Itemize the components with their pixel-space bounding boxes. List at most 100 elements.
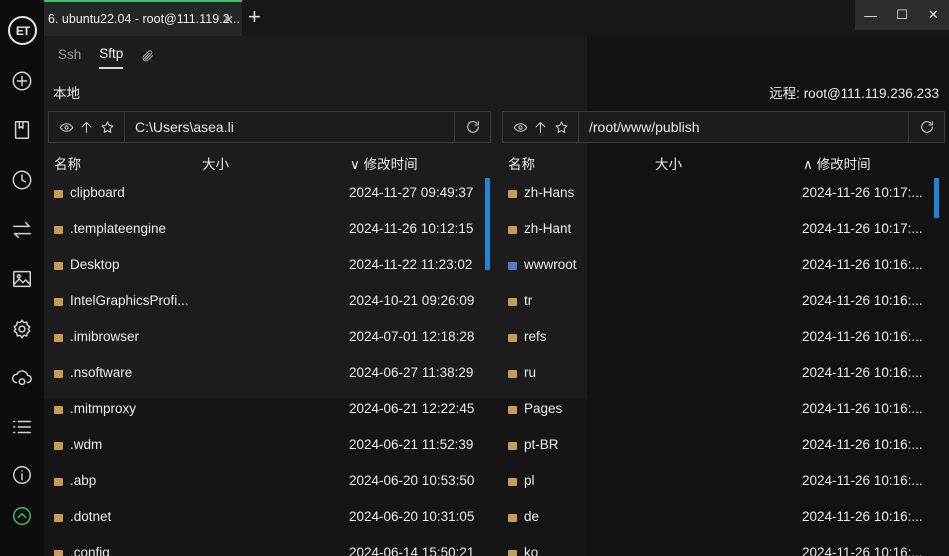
collapse-up-icon[interactable]: [10, 504, 34, 528]
arrow-up-icon[interactable]: [533, 120, 548, 135]
file-name: .config: [54, 545, 110, 556]
column-name[interactable]: 名称: [508, 153, 535, 173]
remote-list-header: 名称 大小 ∧ 修改时间: [502, 150, 949, 174]
session-tab-title: 6. ubuntu22.04 - root@111.119.2...: [48, 12, 240, 26]
file-name: ru: [508, 365, 536, 380]
folder-icon: [508, 226, 517, 234]
table-row[interactable]: Desktop 2024-11-22 11:23:02: [48, 246, 495, 282]
remote-rows: zh-Hans 2024-11-26 10:17:... zh-Hant 2024-1…: [502, 174, 949, 556]
remote-refresh-button[interactable]: [908, 112, 944, 142]
table-row[interactable]: pl 2024-11-26 10:16:...: [502, 462, 949, 498]
transfer-icon[interactable]: [10, 218, 34, 242]
table-row[interactable]: clipboard 2024-11-27 09:49:37: [48, 174, 495, 210]
file-name-label: .nsoftware: [70, 365, 133, 380]
file-name: .mitmproxy: [54, 401, 136, 416]
local-path-input[interactable]: [125, 112, 454, 142]
tab-ssh[interactable]: Ssh: [58, 47, 81, 68]
table-row[interactable]: IntelGraphicsProfi... 2024-10-21 09:26:09: [48, 282, 495, 318]
folder-icon: [508, 298, 517, 306]
file-name-label: IntelGraphicsProfi...: [70, 293, 189, 308]
file-name-label: pl: [524, 473, 535, 488]
menu-list-icon[interactable]: [10, 415, 34, 439]
file-name-label: zh-Hans: [524, 185, 575, 200]
close-tab-icon[interactable]: ✕: [224, 12, 234, 27]
folder-icon: [54, 514, 63, 522]
table-row[interactable]: .config 2024-06-14 15:50:21: [48, 534, 495, 556]
maximize-button[interactable]: ☐: [886, 0, 917, 30]
file-name: pl: [508, 473, 535, 488]
star-icon[interactable]: [100, 120, 115, 135]
file-name: Pages: [508, 401, 562, 416]
local-scrollbar[interactable]: [485, 178, 490, 270]
local-label: 本地: [53, 86, 80, 101]
eye-icon[interactable]: [513, 120, 528, 135]
add-icon[interactable]: [10, 69, 34, 93]
table-row[interactable]: zh-Hant 2024-11-26 10:17:...: [502, 210, 949, 246]
table-row[interactable]: .wdm 2024-06-21 11:52:39: [48, 426, 495, 462]
table-row[interactable]: .nsoftware 2024-06-27 11:38:29: [48, 354, 495, 390]
file-mtime: 2024-11-26 10:17:...: [802, 221, 923, 236]
local-rows: clipboard 2024-11-27 09:49:37 .templateeng…: [48, 174, 495, 556]
column-mtime[interactable]: ∧ 修改时间: [803, 153, 871, 173]
table-row[interactable]: zh-Hans 2024-11-26 10:17:...: [502, 174, 949, 210]
arrow-up-icon[interactable]: [79, 120, 94, 135]
file-mtime: 2024-11-22 11:23:02: [349, 257, 473, 272]
info-icon[interactable]: [10, 463, 34, 487]
table-row[interactable]: Pages 2024-11-26 10:16:...: [502, 390, 949, 426]
file-mtime: 2024-11-26 10:16:...: [802, 293, 923, 308]
remote-path-input[interactable]: [579, 112, 908, 142]
table-row[interactable]: de 2024-11-26 10:16:...: [502, 498, 949, 534]
file-name-label: Pages: [524, 401, 563, 416]
column-name[interactable]: 名称: [54, 153, 81, 173]
cloud-sync-icon[interactable]: [10, 366, 34, 390]
file-name-label: .abp: [70, 473, 97, 488]
folder-icon: [54, 442, 63, 450]
minimize-button[interactable]: —: [855, 0, 886, 30]
web-folder-icon: [508, 262, 517, 270]
table-row[interactable]: .mitmproxy 2024-06-21 12:22:45: [48, 390, 495, 426]
file-mtime: 2024-11-26 10:16:...: [802, 365, 923, 380]
file-name-label: .mitmproxy: [70, 401, 137, 416]
folder-icon: [54, 478, 63, 486]
eye-icon[interactable]: [59, 120, 74, 135]
table-row[interactable]: .abp 2024-06-20 10:53:50: [48, 462, 495, 498]
file-name-label: ko: [524, 545, 539, 556]
table-row[interactable]: ko 2024-11-26 10:16:...: [502, 534, 949, 556]
new-tab-button[interactable]: +: [248, 6, 261, 28]
file-name-label: clipboard: [70, 185, 125, 200]
tab-sftp[interactable]: Sftp: [99, 46, 124, 69]
table-row[interactable]: pt-BR 2024-11-26 10:16:...: [502, 426, 949, 462]
bookmark-icon[interactable]: [10, 118, 34, 142]
file-mtime: 2024-06-21 12:22:45: [349, 401, 475, 416]
settings-icon[interactable]: [10, 317, 34, 341]
history-icon[interactable]: [10, 168, 34, 192]
file-name-label: .templateengine: [70, 221, 167, 236]
folder-icon: [508, 478, 517, 486]
attachment-icon[interactable]: [141, 49, 155, 66]
table-row[interactable]: .imibrowser 2024-07-01 12:18:28: [48, 318, 495, 354]
table-row[interactable]: ru 2024-11-26 10:16:...: [502, 354, 949, 390]
column-mtime[interactable]: ∨ 修改时间: [350, 153, 418, 173]
table-row[interactable]: tr 2024-11-26 10:16:...: [502, 282, 949, 318]
local-refresh-button[interactable]: [454, 112, 490, 142]
star-icon[interactable]: [554, 120, 569, 135]
table-row[interactable]: refs 2024-11-26 10:16:...: [502, 318, 949, 354]
column-size[interactable]: 大小: [655, 153, 682, 173]
session-tab[interactable]: 6. ubuntu22.04 - root@111.119.2... ✕: [44, 0, 242, 36]
column-size[interactable]: 大小: [202, 153, 229, 173]
table-row[interactable]: .dotnet 2024-06-20 10:31:05: [48, 498, 495, 534]
file-mtime: 2024-11-26 10:16:...: [802, 401, 923, 416]
file-mtime: 2024-06-20 10:31:05: [349, 509, 475, 524]
local-file-list: 名称 大小 ∨ 修改时间 clipboard 2024-11-27 09:49:3…: [48, 150, 495, 556]
file-name: zh-Hant: [508, 221, 571, 236]
file-mtime: 2024-07-01 12:18:28: [349, 329, 475, 344]
table-row[interactable]: wwwroot 2024-11-26 10:16:...: [502, 246, 949, 282]
table-row[interactable]: .templateengine 2024-11-26 10:12:15: [48, 210, 495, 246]
folder-icon: [54, 298, 63, 306]
folder-icon: [508, 334, 517, 342]
file-name: ko: [508, 545, 538, 556]
file-mtime: 2024-10-21 09:26:09: [349, 293, 475, 308]
image-icon[interactable]: [10, 267, 34, 291]
window-close-button[interactable]: ✕: [918, 0, 949, 30]
remote-scrollbar[interactable]: [934, 178, 939, 218]
